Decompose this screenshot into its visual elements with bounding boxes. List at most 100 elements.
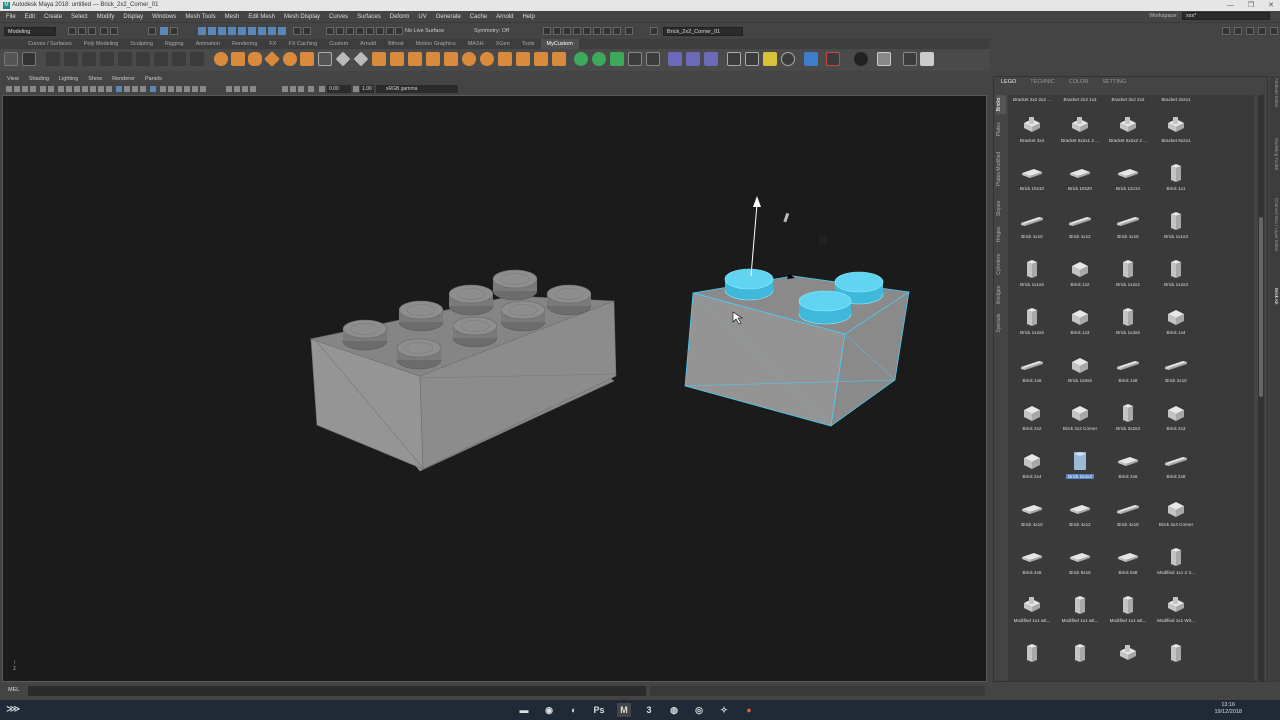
menu-select[interactable]: Select xyxy=(71,14,88,20)
brick-thumbnail-icon[interactable] xyxy=(1068,497,1092,521)
brick-thumbnail-icon[interactable] xyxy=(1068,641,1092,665)
symmetry-label[interactable]: Symmetry: Off xyxy=(474,27,509,36)
brick-item[interactable]: Bracket 5x2x2 2 ... xyxy=(1104,105,1152,153)
brick-item[interactable]: Brick 2x6 xyxy=(1104,441,1152,489)
exposure-value-icon[interactable] xyxy=(319,86,325,92)
poly-cube-icon[interactable] xyxy=(231,52,245,66)
shelf-tool-3-icon[interactable] xyxy=(82,52,96,66)
poly-cone-icon[interactable] xyxy=(264,51,280,67)
shelf-tab-arnold[interactable]: Arnold xyxy=(354,39,382,49)
gate-mask-icon[interactable] xyxy=(82,86,88,92)
brick-thumbnail-icon[interactable] xyxy=(1116,545,1140,569)
brick-thumbnail-icon[interactable] xyxy=(1164,641,1188,665)
snap-vertex-icon[interactable] xyxy=(248,27,256,35)
brick-item[interactable]: Modified 1x1 wit... xyxy=(1104,585,1152,633)
menu-file[interactable]: File xyxy=(6,14,16,20)
paint-select-icon[interactable] xyxy=(336,27,344,35)
light-icon[interactable] xyxy=(763,52,777,66)
brick-thumbnail-icon[interactable] xyxy=(1020,113,1044,137)
category-tab-bricks[interactable]: Bricks xyxy=(996,95,1006,115)
poly-pyramid-icon[interactable] xyxy=(353,51,369,67)
brick-thumbnail-icon[interactable] xyxy=(1068,161,1092,185)
poly-disc-icon[interactable] xyxy=(318,52,332,66)
brick-item[interactable]: Brick 1x4 xyxy=(1152,297,1200,345)
paint-icon[interactable] xyxy=(826,52,840,66)
menu-modify[interactable]: Modify xyxy=(97,14,115,20)
menu-uv[interactable]: UV xyxy=(418,14,426,20)
brick-item[interactable]: Modified 1x1 wit... xyxy=(1056,585,1104,633)
brick-thumbnail-icon[interactable] xyxy=(1020,305,1044,329)
select-component-icon[interactable] xyxy=(170,27,178,35)
image-plane-icon[interactable] xyxy=(30,86,36,92)
category-tab-hinges[interactable]: Hinges xyxy=(996,225,1006,244)
shader-ball-icon[interactable] xyxy=(854,52,868,66)
panel-tab-color[interactable]: COLOR xyxy=(1062,77,1096,87)
menu-mesh-display[interactable]: Mesh Display xyxy=(284,14,320,20)
bookmark-icon[interactable] xyxy=(22,86,28,92)
category-tab-specials[interactable]: Specials xyxy=(996,310,1006,336)
brick-item[interactable]: Brick 2x2x3 xyxy=(1104,393,1152,441)
brick-thumbnail-icon[interactable] xyxy=(1020,401,1044,425)
brick-item[interactable]: Bracket 8x2x1 xyxy=(1152,105,1200,153)
edge-loop-icon[interactable] xyxy=(628,52,642,66)
combine-icon[interactable] xyxy=(372,52,386,66)
last-tool-icon[interactable] xyxy=(386,27,394,35)
brick-thumbnail-icon[interactable] xyxy=(1020,497,1044,521)
layout-icon-1[interactable] xyxy=(1222,27,1230,35)
brick-kit-icon[interactable] xyxy=(920,52,934,66)
brick-thumbnail-icon[interactable] xyxy=(1116,353,1140,377)
xray-joints-icon[interactable] xyxy=(242,86,248,92)
brick-item[interactable] xyxy=(1104,633,1152,681)
safe-action-icon[interactable] xyxy=(98,86,104,92)
category-tab-plates[interactable]: Plates xyxy=(996,120,1006,139)
shelf-tab-animation[interactable]: Animation xyxy=(190,39,226,49)
screen-space-ao-icon[interactable] xyxy=(176,86,182,92)
snap-face-icon[interactable] xyxy=(268,27,276,35)
shelf-tool-csr-icon[interactable] xyxy=(22,52,36,66)
poly-sphere-icon[interactable] xyxy=(214,52,228,66)
target-weld-icon[interactable] xyxy=(592,52,606,66)
smooth-shade-icon[interactable] xyxy=(124,86,130,92)
shelf-tab-mycustom[interactable]: MyCustom xyxy=(540,39,579,49)
depth-of-field-icon[interactable] xyxy=(200,86,206,92)
camera-icon[interactable] xyxy=(727,52,741,66)
menu-surfaces[interactable]: Surfaces xyxy=(357,14,381,20)
brick-item[interactable]: Brick 4x6 xyxy=(1008,537,1056,585)
folder-icon[interactable]: ▬ xyxy=(517,703,531,717)
scene-canvas[interactable] xyxy=(3,96,987,682)
maximize-button[interactable]: ❐ xyxy=(1248,0,1254,11)
view-transform-icon[interactable] xyxy=(308,86,314,92)
uv-unfold-icon[interactable] xyxy=(686,52,700,66)
start-icon[interactable]: ⋙ xyxy=(6,704,20,715)
panel-tab-technic[interactable]: TECHNIC xyxy=(1023,77,1061,87)
snap-edge-icon[interactable] xyxy=(258,27,266,35)
select-camera-icon[interactable] xyxy=(6,86,12,92)
browser-icon[interactable]: ◐ xyxy=(567,703,581,717)
color-mgmt-icon[interactable] xyxy=(298,86,304,92)
brick-thumbnail-icon[interactable] xyxy=(1068,113,1092,137)
brick-item[interactable]: Brick 1x10 xyxy=(1008,201,1056,249)
menu-windows[interactable]: Windows xyxy=(152,14,176,20)
viewport-menu-show[interactable]: Show xyxy=(88,74,102,84)
category-tab-cylinders[interactable]: Cylinders xyxy=(996,250,1006,279)
brick-thumbnail-icon[interactable] xyxy=(1164,305,1188,329)
app-icon-8[interactable]: ◎ xyxy=(692,703,706,717)
hypershade-icon[interactable] xyxy=(583,27,591,35)
grid-toggle-icon[interactable] xyxy=(58,86,64,92)
category-tab-wedges[interactable]: Wedges xyxy=(996,285,1006,304)
brick-item[interactable]: Brick 2x8 xyxy=(1152,441,1200,489)
shelf-tab-motion-graphics[interactable]: Motion Graphics xyxy=(410,39,462,49)
shelf-tab-custom[interactable]: Custom xyxy=(323,39,354,49)
extract-icon[interactable] xyxy=(408,52,422,66)
brick-item[interactable]: Brick 10x10 xyxy=(1008,153,1056,201)
uv-layout-icon[interactable] xyxy=(704,52,718,66)
exposure-icon[interactable] xyxy=(282,86,288,92)
redo-icon[interactable] xyxy=(110,27,118,35)
brick-thumbnail-icon[interactable] xyxy=(1116,401,1140,425)
arnold-ipr-icon[interactable] xyxy=(603,27,611,35)
brick-item[interactable]: Brick 2x10 xyxy=(1152,345,1200,393)
brick-item[interactable]: Brick 1x6 xyxy=(1008,345,1056,393)
brick-thumbnail-icon[interactable] xyxy=(1068,401,1092,425)
brick-item[interactable]: Brick 1x6x5 xyxy=(1056,345,1104,393)
layout-icon-5[interactable] xyxy=(1270,27,1278,35)
